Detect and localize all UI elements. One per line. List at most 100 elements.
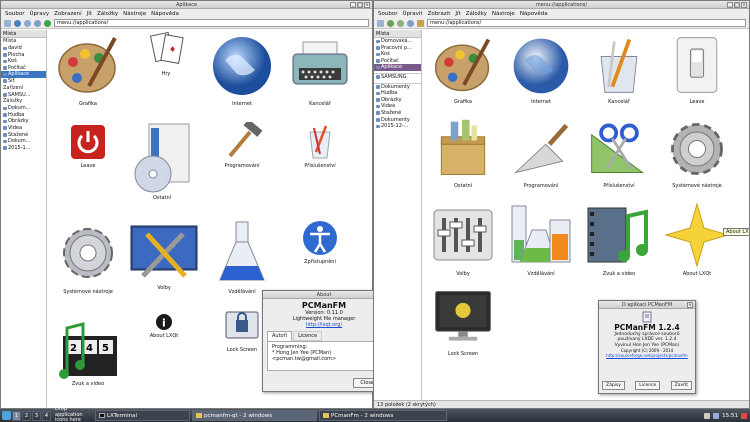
app-icon-about-lxqt[interactable]: About LXQt bbox=[657, 200, 737, 277]
tab-authors[interactable]: Autoři bbox=[267, 331, 293, 341]
close-icon[interactable]: × bbox=[687, 302, 693, 308]
sidebar-bookmark-obrazky[interactable]: Obrázky bbox=[1, 118, 46, 125]
app-icon-vzdelavani[interactable]: Vzdělávání bbox=[501, 200, 581, 277]
sidebar-bookmark-dokumenty[interactable]: Dokum... bbox=[1, 105, 46, 112]
menu-nastroje[interactable]: Nástroje bbox=[492, 11, 515, 17]
right-address-bar[interactable]: menu://applications/ bbox=[427, 19, 746, 27]
app-icon-zvuk-a-video[interactable]: 245 Zvuk a video bbox=[48, 318, 128, 387]
sidebar-item-home[interactable]: Domovská... bbox=[374, 38, 421, 45]
menu-zobrazit[interactable]: Zobrazit bbox=[428, 11, 451, 17]
menu-soubor[interactable]: Soubor bbox=[5, 11, 24, 17]
app-icon-prislusenstvi[interactable]: Příslušenství bbox=[579, 116, 659, 189]
app-icon-systemove-nastroje[interactable]: Systémové nástroje bbox=[657, 116, 737, 189]
forward-icon[interactable] bbox=[397, 19, 404, 27]
close-icon[interactable]: × bbox=[364, 2, 370, 8]
forward-icon[interactable] bbox=[24, 19, 31, 27]
minimize-icon[interactable]: _ bbox=[350, 2, 356, 8]
maximize-icon[interactable]: □ bbox=[734, 2, 740, 8]
app-icon-programovani[interactable]: Programování bbox=[202, 122, 282, 169]
sidebar-item-stazene[interactable]: Stažené bbox=[374, 110, 421, 117]
menu-soubor[interactable]: Soubor bbox=[378, 11, 397, 17]
workspace-4[interactable]: 4 bbox=[42, 410, 51, 421]
menu-napoveda[interactable]: Nápověda bbox=[520, 11, 548, 17]
menu-zobrazeni[interactable]: Zobrazení bbox=[54, 11, 82, 17]
right-window-titlebar[interactable]: menu://applications/ _ □ × bbox=[374, 1, 749, 9]
sidebar-bookmark-dokumenty-2[interactable]: Dokum... bbox=[1, 138, 46, 145]
sidebar-bookmark-2015[interactable]: 2015-1... bbox=[1, 145, 46, 152]
back-icon[interactable] bbox=[387, 19, 394, 27]
app-icon-kancelar[interactable]: Kancelář bbox=[579, 32, 659, 105]
workspace-1[interactable]: 1 bbox=[12, 410, 21, 421]
sidebar-item-david[interactable]: david bbox=[1, 45, 46, 52]
about-link[interactable]: http://lxqt.org/ bbox=[263, 322, 385, 328]
license-button[interactable]: Licence bbox=[635, 381, 661, 390]
close-button[interactable]: Zavřít bbox=[670, 381, 692, 390]
app-icon-leave[interactable]: Leave bbox=[48, 122, 128, 169]
new-tab-icon[interactable] bbox=[377, 19, 384, 27]
tab-license[interactable]: Licence bbox=[293, 331, 323, 341]
app-icon-volby[interactable]: Volby bbox=[124, 218, 204, 291]
sidebar-item-hudba[interactable]: Hudba bbox=[374, 90, 421, 97]
up-icon[interactable] bbox=[407, 19, 414, 27]
sidebar-item-2015[interactable]: 2015-12-... bbox=[374, 123, 421, 130]
menu-zalozky[interactable]: Záložky bbox=[466, 11, 487, 17]
new-tab-icon[interactable] bbox=[4, 19, 11, 27]
app-icon-hry[interactable]: ♦ Hry bbox=[126, 30, 206, 77]
about-gtk-titlebar[interactable]: O aplikaci PCManFM × bbox=[599, 301, 695, 309]
maximize-icon[interactable]: □ bbox=[357, 2, 363, 8]
menu-jit[interactable]: Jít bbox=[87, 11, 92, 17]
left-window-titlebar[interactable]: Aplikace _ □ × bbox=[1, 1, 372, 9]
sidebar-item-kos[interactable]: Koš bbox=[1, 58, 46, 65]
sidebar-item-sit[interactable]: Síť bbox=[1, 78, 46, 85]
app-icon-programovani[interactable]: Programování bbox=[501, 116, 581, 189]
reload-icon[interactable] bbox=[44, 19, 51, 27]
app-icon-lock-screen[interactable]: Lock Screen bbox=[423, 284, 503, 357]
app-icon-internet[interactable]: Internet bbox=[501, 32, 581, 105]
back-icon[interactable] bbox=[14, 19, 21, 27]
workspace-3[interactable]: 3 bbox=[32, 410, 41, 421]
app-icon-vzdelavani[interactable]: Vzdělávání bbox=[202, 218, 282, 295]
sidebar-item-computer[interactable]: Počítač bbox=[374, 58, 421, 65]
menu-nastroje[interactable]: Nástroje bbox=[123, 11, 146, 17]
sidebar-item-trash[interactable]: Koš bbox=[374, 51, 421, 58]
sidebar-item-aplikace[interactable]: Aplikace bbox=[1, 71, 46, 78]
app-icon-internet[interactable]: Internet bbox=[202, 30, 282, 107]
task-pcmanfm[interactable]: PCmanFm - 2 windows bbox=[319, 410, 447, 421]
app-icon-ostatni[interactable]: Ostatní bbox=[122, 122, 202, 201]
menu-upravy[interactable]: Úpravy bbox=[29, 11, 49, 17]
up-icon[interactable] bbox=[34, 19, 41, 27]
sidebar-header[interactable]: Místa bbox=[374, 30, 421, 38]
left-address-bar[interactable]: menu://applications/ bbox=[54, 19, 369, 27]
sidebar-item-videa[interactable]: Videa bbox=[374, 103, 421, 110]
workspace-2[interactable]: 2 bbox=[22, 410, 31, 421]
sidebar-item-samsung[interactable]: SAMSUNG bbox=[374, 72, 421, 81]
sidebar-item-samsung[interactable]: SAMSU... bbox=[1, 92, 46, 99]
app-icon-zvuk-a-video[interactable]: Zvuk a video bbox=[579, 200, 659, 277]
volume-icon[interactable] bbox=[704, 412, 711, 419]
sidebar-header[interactable]: Místa bbox=[1, 30, 46, 38]
sidebar-item-pocitac[interactable]: Počítač bbox=[1, 65, 46, 72]
sidebar-item-dokumenty[interactable]: Dokumenty bbox=[374, 82, 421, 91]
app-icon-systemove-nastroje[interactable]: Systémové nástroje bbox=[48, 218, 128, 295]
about-titlebar[interactable]: About × bbox=[263, 291, 385, 299]
task-pcmanfm-qt[interactable]: pcmanfm-qt - 2 windows bbox=[192, 410, 317, 421]
menu-napoveda[interactable]: Nápověda bbox=[151, 11, 179, 17]
app-icon-zpristupneni[interactable]: Zpřístupnění bbox=[280, 218, 360, 265]
app-icon-prislusenstvi[interactable]: Příslušenství bbox=[280, 122, 360, 169]
minimize-icon[interactable]: _ bbox=[727, 2, 733, 8]
sidebar-item-obrazky[interactable]: Obrázky bbox=[374, 97, 421, 104]
about-gtk-link[interactable]: http://sourceforge.net/projects/pcmanfm bbox=[599, 353, 695, 358]
app-icon-grafika[interactable]: Grafika bbox=[423, 32, 503, 105]
task-lxterminal[interactable]: LXTerminal bbox=[95, 410, 190, 421]
credits-button[interactable]: Zápisy bbox=[602, 381, 625, 390]
menu-jit[interactable]: Jít bbox=[455, 11, 460, 17]
sidebar-bookmark-stazene[interactable]: Stažené bbox=[1, 132, 46, 139]
show-desktop-icon[interactable] bbox=[741, 412, 747, 419]
sidebar-bookmark-videa[interactable]: Videa bbox=[1, 125, 46, 132]
network-icon[interactable] bbox=[713, 412, 720, 419]
app-icon-volby[interactable]: Volby bbox=[423, 200, 503, 277]
close-icon[interactable]: × bbox=[741, 2, 747, 8]
clock[interactable]: 15:51 bbox=[722, 413, 738, 419]
sidebar-item-applications[interactable]: Aplikace bbox=[374, 64, 421, 71]
app-icon-kancelar[interactable]: Kancelář bbox=[280, 30, 360, 107]
